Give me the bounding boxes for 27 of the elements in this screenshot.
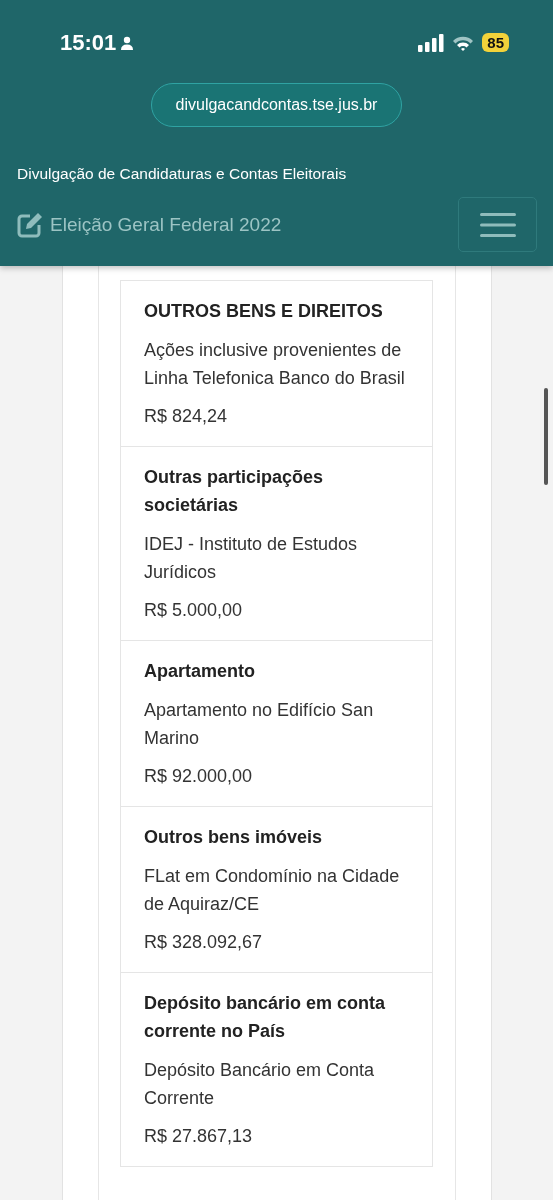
asset-type: Outros bens imóveis <box>144 826 324 849</box>
asset-type: Depósito bancário em conta corrente no País <box>144 992 387 1043</box>
menu-button[interactable] <box>458 197 537 252</box>
asset-type: Outras participações societárias <box>144 466 325 517</box>
asset-type: OUTROS BENS E DIREITOS <box>144 300 384 323</box>
menu-icon <box>479 211 516 238</box>
asset-description: Ações inclusive provenientes de Linha Telefonica Banco do Brasil <box>144 339 406 390</box>
address-bar[interactable]: divulgacandcontas.tse.jus.br <box>150 83 403 127</box>
person-icon <box>120 35 135 50</box>
asset-description: IDEJ - Instituto de Estudos Jurídicos <box>144 533 359 584</box>
signal-icon <box>418 33 445 52</box>
asset-value: R$ 328.092,67 <box>144 931 264 954</box>
asset-description: Depósito Bancário em Conta Corrente <box>144 1059 376 1110</box>
clock-time: 15:01 <box>60 29 117 56</box>
edit-icon <box>17 211 43 238</box>
asset-value: R$ 92.000,00 <box>144 765 254 788</box>
site-title: Divulgação de Candidaturas e Contas Eleitorais <box>16 165 348 183</box>
asset-type: Apartamento <box>144 660 256 683</box>
scrollbar[interactable] <box>544 388 548 485</box>
asset-value: R$ 5.000,00 <box>144 599 244 622</box>
asset-value: R$ 824,24 <box>144 405 229 428</box>
asset-description: FLat em Condomínio na Cidade de Aquiraz/CE <box>144 865 401 916</box>
asset-description: Apartamento no Edifício San Marino <box>144 699 375 750</box>
asset-value: R$ 27.867,13 <box>144 1125 254 1148</box>
election-name[interactable]: Eleição Geral Federal 2022 <box>50 213 282 236</box>
wifi-icon <box>452 34 475 51</box>
battery-level: 85 <box>482 33 509 52</box>
